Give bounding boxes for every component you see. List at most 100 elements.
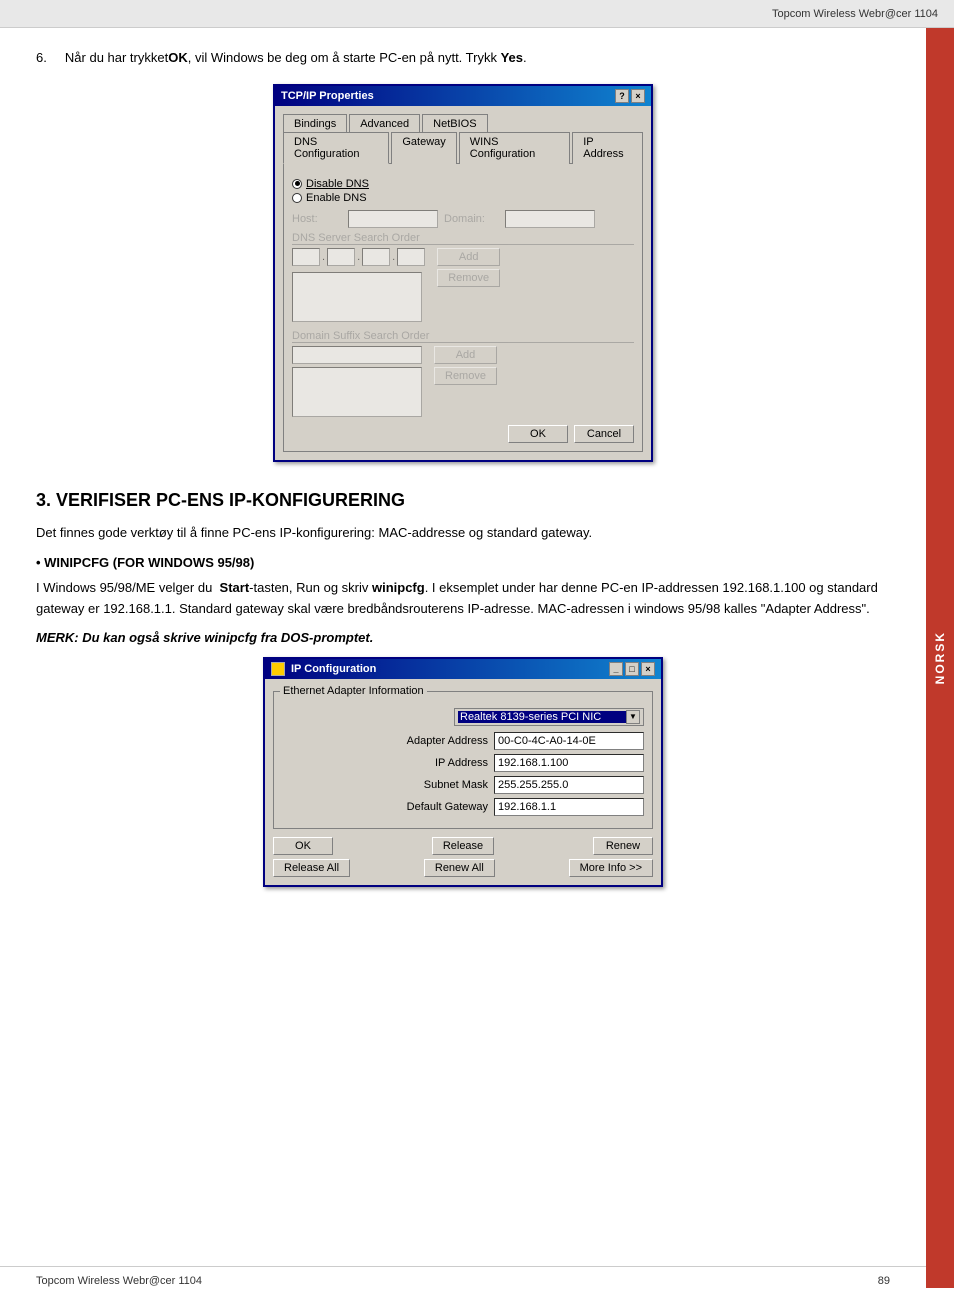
subnet-mask-row: Subnet Mask 255.255.255.0 (282, 776, 644, 794)
domain-suffix-label: Domain Suffix Search Order (292, 330, 634, 343)
tab-netbios[interactable]: NetBIOS (422, 114, 487, 133)
disable-dns-radio[interactable] (292, 179, 302, 189)
tcpip-body: Bindings Advanced NetBIOS DNS Configurat… (275, 106, 651, 460)
ip-release-button[interactable]: Release (432, 837, 494, 855)
dns-server-buttons: Add Remove (437, 248, 500, 287)
dns-ip-seg3[interactable] (362, 248, 390, 266)
tab-gateway[interactable]: Gateway (391, 132, 456, 164)
ip-release-all-button[interactable]: Release All (273, 859, 350, 877)
dns-server-label: DNS Server Search Order (292, 232, 634, 245)
section3-body: Det finnes gode verktøy til å finne PC-e… (36, 523, 890, 544)
domain-suffix-list[interactable] (292, 367, 422, 417)
tcpip-title-buttons: ? × (615, 89, 645, 103)
tab-row2: DNS Configuration Gateway WINS Configura… (283, 132, 643, 164)
main-content: 6. Når du har trykketOK, vil Windows be … (0, 28, 926, 907)
dns-server-list[interactable] (292, 272, 422, 322)
domain-input[interactable] (505, 210, 595, 228)
ip-close-button[interactable]: × (641, 662, 655, 676)
host-label: Host: (292, 213, 342, 225)
domain-label: Domain: (444, 213, 499, 225)
section3-paragraph: I Windows 95/98/ME velger du Start-taste… (36, 578, 890, 620)
disable-dns-option[interactable]: Disable DNS (292, 178, 634, 190)
tab-bindings[interactable]: Bindings (283, 114, 347, 133)
winipcfg-heading: • WINIPCFG (FOR WINDOWS 95/98) (36, 555, 890, 570)
language-sidebar: NORSK (926, 28, 954, 1288)
ip-ok-button[interactable]: OK (273, 837, 333, 855)
ip-button-row1: OK Release Renew (273, 837, 653, 855)
default-gateway-value: 192.168.1.1 (494, 798, 644, 816)
domain-suffix-buttons: Add Remove (434, 346, 497, 385)
default-gateway-row: Default Gateway 192.168.1.1 (282, 798, 644, 816)
adapter-address-label: Adapter Address (358, 735, 488, 747)
ip-config-title-left: IP Configuration (271, 662, 376, 676)
tab-content: Disable DNS Enable DNS Host: Domain: (283, 163, 643, 452)
ip-address-label: IP Address (358, 757, 488, 769)
ip-config-title: IP Configuration (291, 663, 376, 675)
adapter-address-row: Adapter Address 00-C0-4C-A0-14-0E (282, 732, 644, 750)
dns-radio-group: Disable DNS Enable DNS (292, 178, 634, 204)
tab-wins[interactable]: WINS Configuration (459, 132, 570, 164)
ip-min-button[interactable]: _ (609, 662, 623, 676)
subnet-mask-value: 255.255.255.0 (494, 776, 644, 794)
tab-ipaddress[interactable]: IP Address (572, 132, 643, 164)
dropdown-arrow-icon[interactable]: ▼ (626, 710, 640, 724)
enable-dns-label: Enable DNS (306, 192, 367, 204)
suffix-remove-button[interactable]: Remove (434, 367, 497, 385)
ip-renew-all-button[interactable]: Renew All (424, 859, 495, 877)
dns-ip-seg2[interactable] (327, 248, 355, 266)
ethernet-group: Ethernet Adapter Information Realtek 813… (273, 691, 653, 829)
ok-button[interactable]: OK (508, 425, 568, 443)
ip-config-icon (271, 662, 285, 676)
domain-suffix-input[interactable] (292, 346, 422, 364)
section3-note: MERK: Du kan også skrive winipcfg fra DO… (36, 630, 890, 645)
tcpip-title: TCP/IP Properties (281, 90, 374, 102)
header-title: Topcom Wireless Webr@cer 1104 (772, 8, 938, 20)
ip-max-button[interactable]: □ (625, 662, 639, 676)
adapter-dropdown[interactable]: Realtek 8139-series PCI NIC ▼ (454, 708, 644, 726)
footer-right: 89 (878, 1275, 890, 1287)
ip-button-row2: Release All Renew All More Info >> (273, 859, 653, 877)
tab-row1: Bindings Advanced NetBIOS (283, 114, 643, 133)
default-gateway-label: Default Gateway (358, 801, 488, 813)
ip-renew-button[interactable]: Renew (593, 837, 653, 855)
footer-left: Topcom Wireless Webr@cer 1104 (36, 1275, 202, 1287)
ip-address-row: IP Address 192.168.1.100 (282, 754, 644, 772)
step-number: 6. (36, 50, 47, 65)
dns-ip-seg1[interactable] (292, 248, 320, 266)
adapter-address-value: 00-C0-4C-A0-14-0E (494, 732, 644, 750)
language-label: NORSK (933, 631, 947, 684)
ethernet-group-label: Ethernet Adapter Information (280, 685, 427, 697)
help-button[interactable]: ? (615, 89, 629, 103)
subnet-mask-label: Subnet Mask (358, 779, 488, 791)
section3-heading: 3. VERIFISER PC-ENS IP-KONFIGURERING (36, 490, 890, 511)
ip-config-title-buttons: _ □ × (609, 662, 655, 676)
page-footer: Topcom Wireless Webr@cer 1104 89 (0, 1266, 926, 1294)
cancel-button[interactable]: Cancel (574, 425, 634, 443)
ip-more-info-button[interactable]: More Info >> (569, 859, 653, 877)
adapter-dropdown-row: Realtek 8139-series PCI NIC ▼ (282, 708, 644, 726)
disable-dns-label: Disable DNS (306, 178, 369, 190)
step6-text: 6. Når du har trykketOK, vil Windows be … (36, 48, 890, 68)
adapter-name: Realtek 8139-series PCI NIC (458, 711, 626, 723)
ip-config-dialog: IP Configuration _ □ × Ethernet Adapter … (263, 657, 663, 887)
dns-remove-button[interactable]: Remove (437, 269, 500, 287)
dns-ip-seg4[interactable] (397, 248, 425, 266)
ok-cancel-row: OK Cancel (292, 425, 634, 443)
tab-dns[interactable]: DNS Configuration (283, 132, 389, 164)
ip-config-body: Ethernet Adapter Information Realtek 813… (265, 679, 661, 885)
ip-address-value: 192.168.1.100 (494, 754, 644, 772)
tcpip-titlebar: TCP/IP Properties ? × (275, 86, 651, 106)
enable-dns-radio[interactable] (292, 193, 302, 203)
tab-advanced[interactable]: Advanced (349, 114, 420, 133)
dns-ip-row: . . . (292, 248, 425, 266)
ip-config-titlebar: IP Configuration _ □ × (265, 659, 661, 679)
suffix-add-button[interactable]: Add (434, 346, 497, 364)
close-button[interactable]: × (631, 89, 645, 103)
tcpip-dialog: TCP/IP Properties ? × Bindings Advanced … (273, 84, 653, 462)
page-header: Topcom Wireless Webr@cer 1104 (0, 0, 954, 28)
enable-dns-option[interactable]: Enable DNS (292, 192, 634, 204)
host-input[interactable] (348, 210, 438, 228)
dns-add-button[interactable]: Add (437, 248, 500, 266)
dns-server-section: DNS Server Search Order . . . (292, 232, 634, 322)
host-domain-row: Host: Domain: (292, 210, 634, 228)
